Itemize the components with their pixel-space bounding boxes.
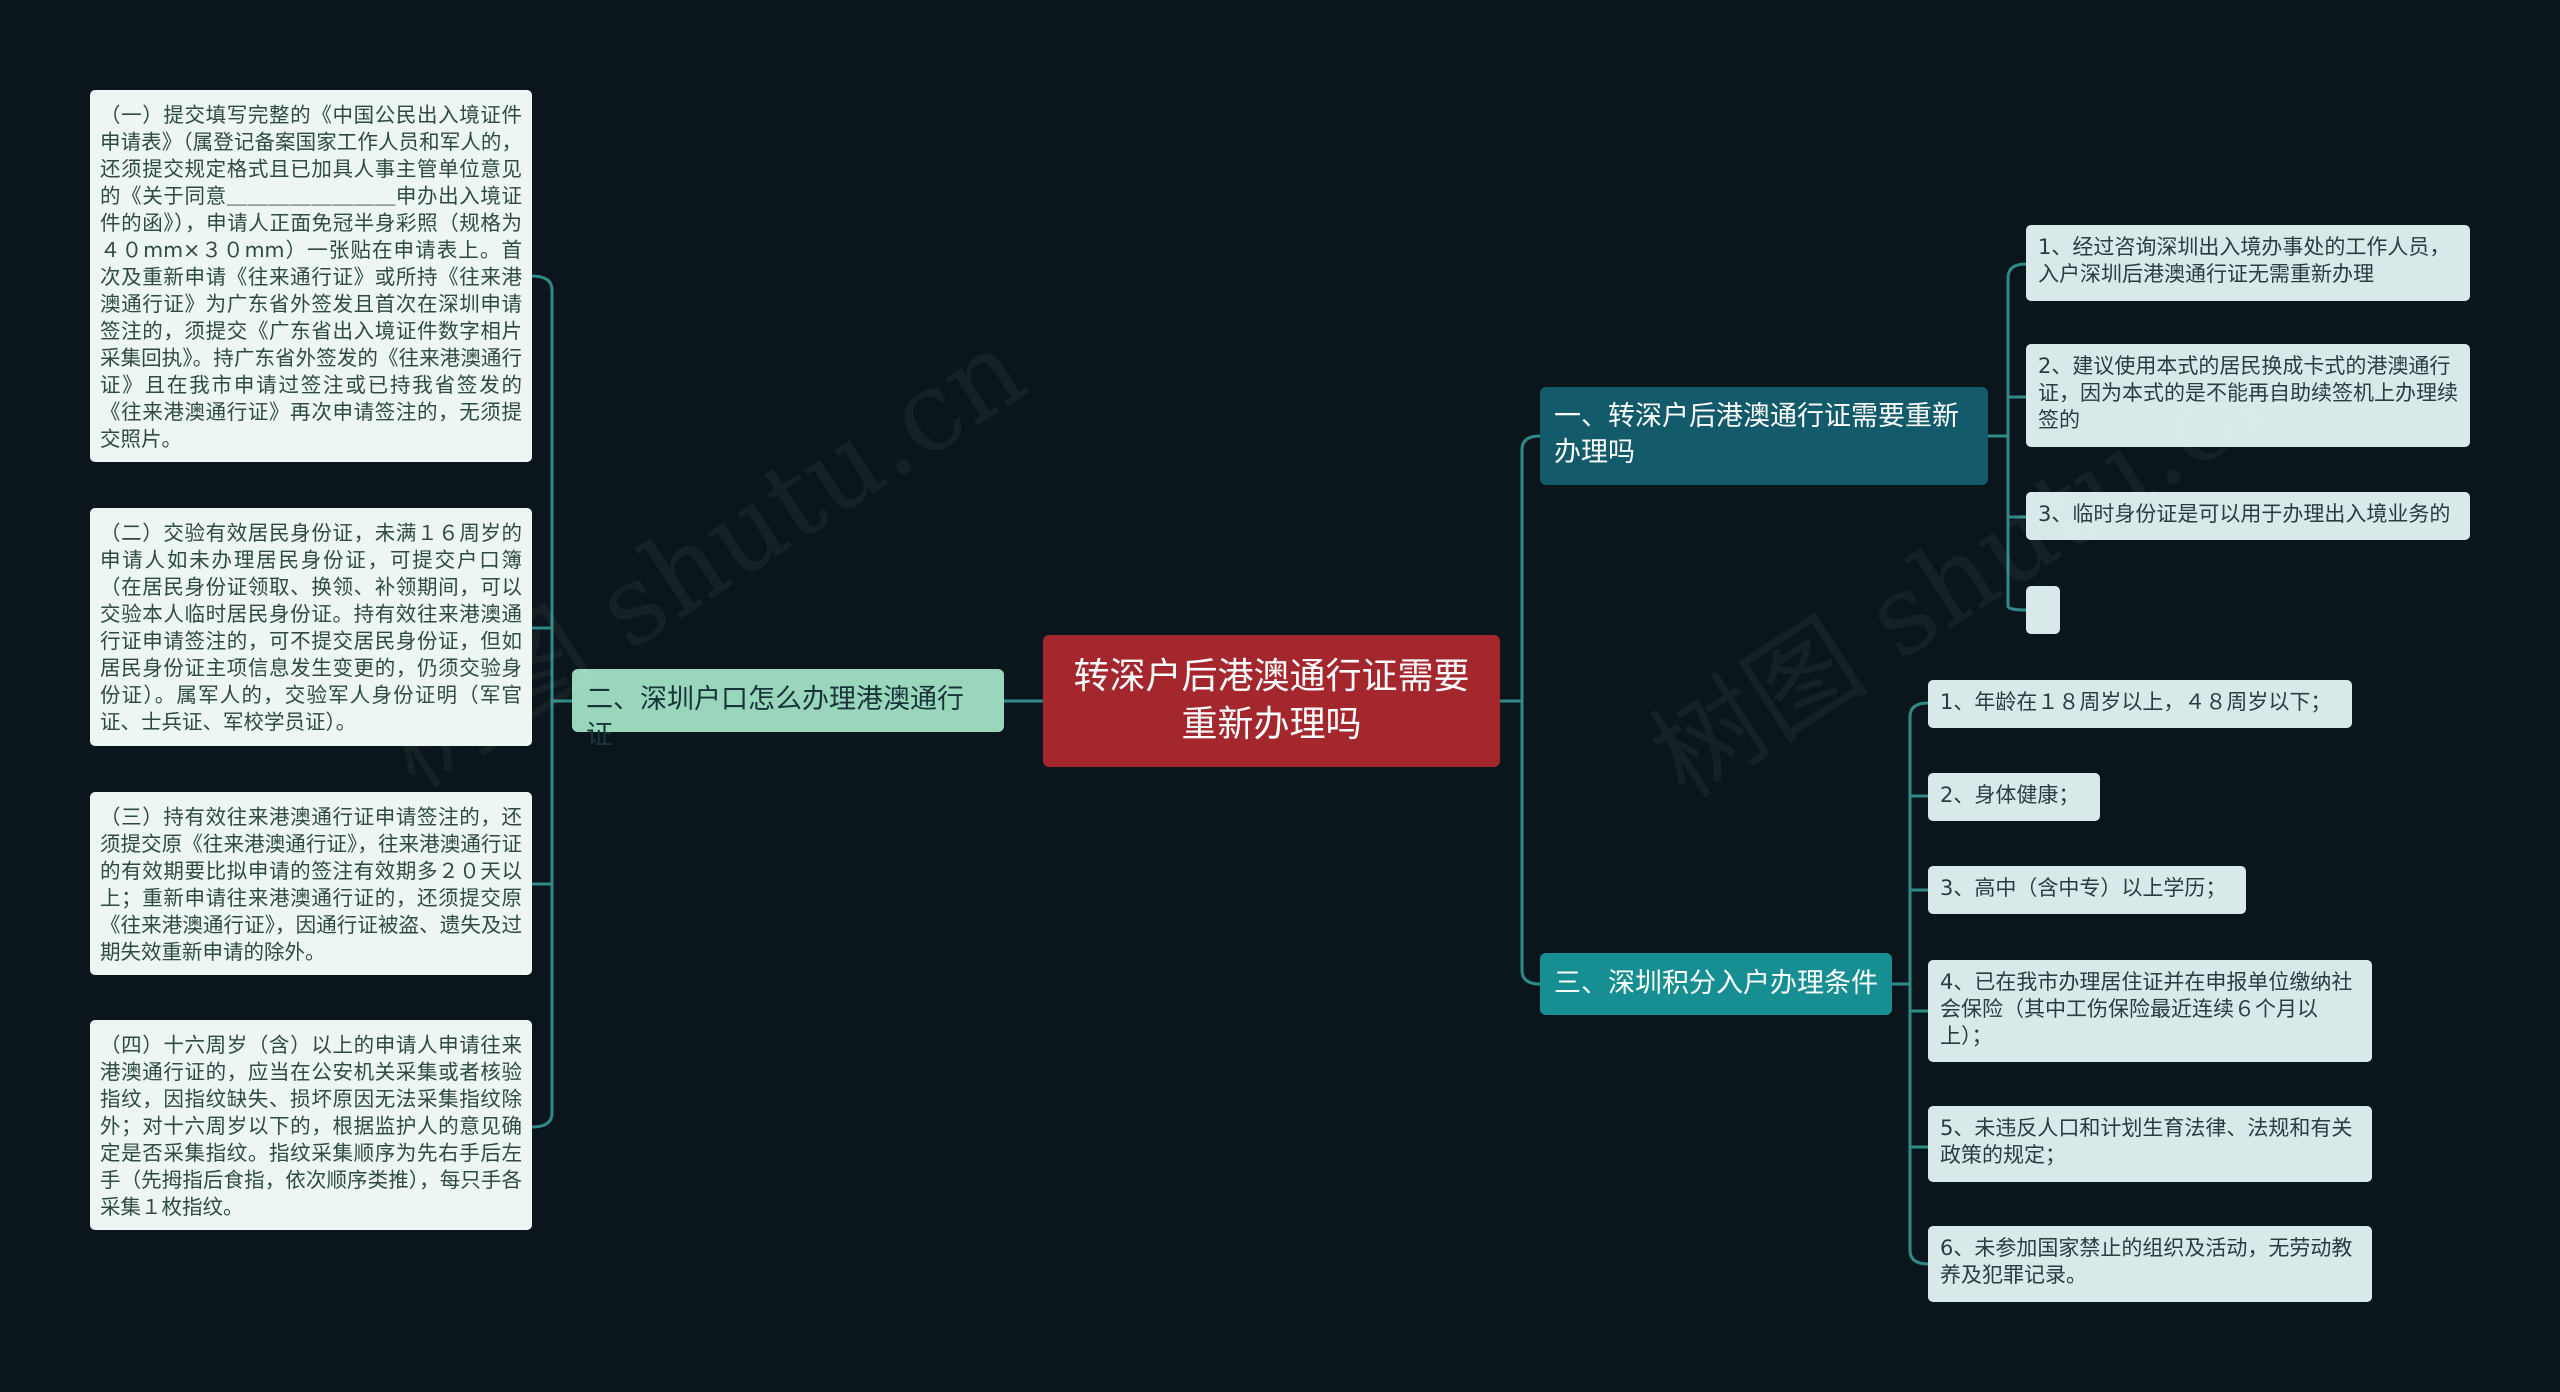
root-topic-label: 转深户后港澳通行证需要重新办理吗 (1073, 656, 1470, 745)
branch-1-item-1-text: 1、经过咨询深圳出入境办事处的工作人员，入户深圳后港澳通行证无需重新办理 (2038, 235, 2451, 286)
branch-1-item-1[interactable]: 1、经过咨询深圳出入境办事处的工作人员，入户深圳后港澳通行证无需重新办理 (2026, 225, 2470, 301)
branch-3-item-6[interactable]: 6、未参加国家禁止的组织及活动，无劳动教养及犯罪记录。 (1928, 1226, 2372, 1302)
branch-3-item-2[interactable]: 2、身体健康； (1928, 773, 2100, 821)
branch-3-item-1[interactable]: 1、年龄在１８周岁以上，４８周岁以下； (1928, 680, 2352, 728)
branch-3-item-3-text: 3、高中（含中专）以上学历； (1940, 876, 2227, 900)
branch-2-topic[interactable]: 二、深圳户口怎么办理港澳通行证 (572, 669, 1004, 751)
branch-3-item-4-text: 4、已在我市办理居住证并在申报单位缴纳社会保险（其中工伤保险最近连续６个月以上）… (1940, 970, 2353, 1048)
branch-1-item-3-text: 3、临时身份证是可以用于办理出入境业务的 (2038, 502, 2451, 526)
branch-2-item-4[interactable]: （四）十六周岁（含）以上的申请人申请往来港澳通行证的，应当在公安机关采集或者核验… (90, 1020, 532, 1230)
link-root-b3 (1500, 699, 1541, 986)
branch-2-item-4-text: （四）十六周岁（含）以上的申请人申请往来港澳通行证的，应当在公安机关采集或者核验… (100, 1033, 522, 1219)
branch-3-item-4[interactable]: 4、已在我市办理居住证并在申报单位缴纳社会保险（其中工伤保险最近连续６个月以上）… (1928, 960, 2372, 1062)
branch-1-item-4-empty[interactable] (2026, 586, 2060, 634)
branch-3-item-6-text: 6、未参加国家禁止的组织及活动，无劳动教养及犯罪记录。 (1940, 1236, 2353, 1287)
branch-3-item-5[interactable]: 5、未违反人口和计划生育法律、法规和有关政策的规定； (1928, 1106, 2372, 1182)
branch-2-item-3[interactable]: （三）持有效往来港澳通行证申请签注的，还须提交原《往来港澳通行证》，往来港澳通行… (90, 792, 532, 975)
branch-2-item-1[interactable]: （一）提交填写完整的《中国公民出入境证件申请表》（属登记备案国家工作人员和军人的… (90, 90, 532, 462)
branch-3-item-2-text: 2、身体健康； (1940, 783, 2080, 807)
branch-3-item-1-text: 1、年龄在１８周岁以上，４８周岁以下； (1940, 690, 2332, 714)
branch-2-item-2[interactable]: （二）交验有效居民身份证，未满１６周岁的申请人如未办理居民身份证，可提交户口簿（… (90, 508, 532, 746)
branch-1-item-2-text: 2、建议使用本式的居民换成卡式的港澳通行证，因为本式的是不能再自助续签机上办理续… (2038, 354, 2458, 432)
branch-2-item-3-text: （三）持有效往来港澳通行证申请签注的，还须提交原《往来港澳通行证》，往来港澳通行… (100, 805, 522, 964)
branch-3-item-5-text: 5、未违反人口和计划生育法律、法规和有关政策的规定； (1940, 1116, 2353, 1167)
root-topic[interactable]: 转深户后港澳通行证需要重新办理吗 (1043, 635, 1500, 767)
branch-2-item-2-text: （二）交验有效居民身份证，未满１６周岁的申请人如未办理居民身份证，可提交户口簿（… (100, 521, 522, 734)
link-b3-leaves (1892, 701, 1929, 1266)
branch-3-item-3[interactable]: 3、高中（含中专）以上学历； (1928, 866, 2246, 914)
link-b1-leaves (1988, 262, 2027, 612)
link-b2-leaves (531, 274, 572, 1129)
branch-1-item-2[interactable]: 2、建议使用本式的居民换成卡式的港澳通行证，因为本式的是不能再自助续签机上办理续… (2026, 344, 2470, 447)
branch-1-topic[interactable]: 一、转深户后港澳通行证需要重新办理吗 (1540, 387, 1988, 485)
link-root-b1 (1500, 434, 1541, 703)
branch-3-topic[interactable]: 三、深圳积分入户办理条件 (1540, 953, 1892, 1015)
branch-1-item-3[interactable]: 3、临时身份证是可以用于办理出入境业务的 (2026, 492, 2470, 540)
branch-3-label: 三、深圳积分入户办理条件 (1554, 968, 1878, 999)
branch-1-label: 一、转深户后港澳通行证需要重新办理吗 (1554, 401, 1959, 468)
branch-2-item-1-text: （一）提交填写完整的《中国公民出入境证件申请表》（属登记备案国家工作人员和军人的… (100, 103, 522, 451)
